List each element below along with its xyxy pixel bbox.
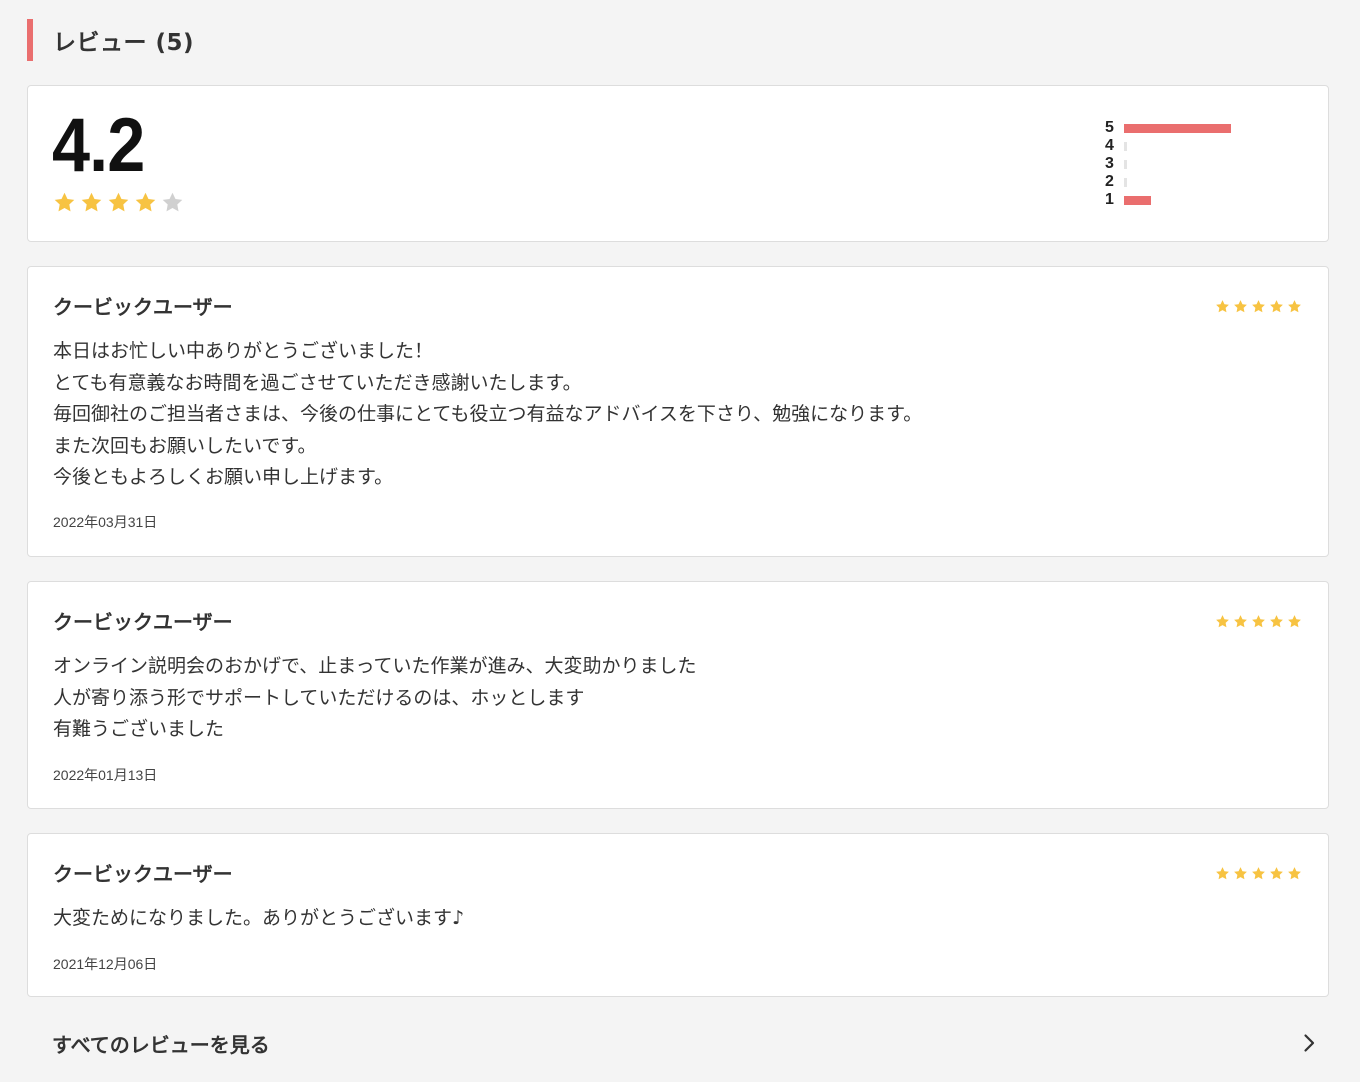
distribution-track bbox=[1124, 177, 1258, 187]
rating-distribution: 5 4 3 2 1 bbox=[1105, 119, 1285, 209]
section-title: レビュー (5) bbox=[53, 30, 195, 56]
distribution-row-1: 1 bbox=[1105, 191, 1285, 209]
star-icon bbox=[1252, 615, 1265, 628]
section-header: レビュー (5) bbox=[27, 19, 194, 61]
reviewer-name: クービックユーザー bbox=[53, 295, 233, 319]
distribution-row-4: 4 bbox=[1105, 137, 1285, 155]
distribution-bar bbox=[1124, 123, 1231, 133]
review-text: 本日はお忙しい中ありがとうございました！ とても有意義なお時間を過ごさせていただ… bbox=[53, 340, 923, 489]
distribution-row-2: 2 bbox=[1105, 173, 1285, 191]
star-icon bbox=[135, 192, 156, 212]
distribution-bar bbox=[1124, 177, 1127, 187]
rating-summary-card: 4.2 5 4 3 2 1 bbox=[27, 85, 1329, 242]
distribution-label: 2 bbox=[1105, 173, 1114, 190]
review-text: オンライン説明会のおかげで、止まっていた作業が進み、大変助かりました 人が寄り添… bbox=[53, 655, 697, 741]
star-icon bbox=[1234, 300, 1247, 313]
reviewer-name: クービックユーザー bbox=[53, 862, 233, 886]
star-icon bbox=[54, 192, 75, 212]
distribution-bar bbox=[1124, 159, 1127, 169]
review-stars bbox=[1215, 299, 1302, 314]
star-icon bbox=[1252, 300, 1265, 313]
distribution-track bbox=[1124, 123, 1258, 133]
reviews-section: レビュー (5) 4.2 5 4 3 2 1 クービックユーザー 本日はお忙しい… bbox=[0, 0, 1360, 1082]
distribution-label: 3 bbox=[1105, 155, 1114, 172]
star-icon bbox=[1252, 867, 1265, 880]
star-icon bbox=[1270, 615, 1283, 628]
distribution-label: 5 bbox=[1105, 119, 1114, 136]
star-icon bbox=[1216, 300, 1229, 313]
review-date: 2022年03月31日 bbox=[53, 514, 158, 530]
review-date: 2021年12月06日 bbox=[53, 956, 158, 972]
star-icon bbox=[162, 192, 183, 212]
star-icon bbox=[108, 192, 129, 212]
distribution-label: 1 bbox=[1105, 191, 1114, 208]
see-all-reviews-label: すべてのレビューを見る bbox=[52, 1032, 270, 1057]
star-icon bbox=[1216, 615, 1229, 628]
distribution-track bbox=[1124, 141, 1258, 151]
distribution-track bbox=[1124, 159, 1258, 169]
star-icon bbox=[1234, 867, 1247, 880]
star-icon bbox=[81, 192, 102, 212]
star-icon bbox=[1288, 867, 1301, 880]
distribution-label: 4 bbox=[1105, 137, 1114, 154]
star-icon bbox=[1270, 867, 1283, 880]
review-card: クービックユーザー オンライン説明会のおかげで、止まっていた作業が進み、大変助か… bbox=[27, 581, 1329, 809]
distribution-bar bbox=[1124, 195, 1151, 205]
review-card: クービックユーザー 本日はお忙しい中ありがとうございました！ とても有意義なお時… bbox=[27, 266, 1329, 557]
review-text: 大変ためになりました。ありがとうございます♪ bbox=[53, 907, 465, 929]
see-all-reviews-link[interactable]: すべてのレビューを見る bbox=[27, 1011, 1329, 1075]
chevron-right-icon bbox=[1304, 1034, 1315, 1052]
star-icon bbox=[1234, 615, 1247, 628]
review-stars bbox=[1215, 866, 1302, 881]
review-date: 2022年01月13日 bbox=[53, 767, 158, 783]
distribution-row-5: 5 bbox=[1105, 119, 1285, 137]
average-rating: 4.2 bbox=[52, 103, 145, 188]
review-card: クービックユーザー 大変ためになりました。ありがとうございます♪ 2021年12… bbox=[27, 833, 1329, 997]
reviewer-name: クービックユーザー bbox=[53, 610, 233, 634]
star-icon bbox=[1288, 615, 1301, 628]
distribution-track bbox=[1124, 195, 1258, 205]
star-icon bbox=[1288, 300, 1301, 313]
review-stars bbox=[1215, 614, 1302, 629]
distribution-bar bbox=[1124, 141, 1127, 151]
average-stars bbox=[53, 191, 184, 214]
distribution-row-3: 3 bbox=[1105, 155, 1285, 173]
star-icon bbox=[1216, 867, 1229, 880]
star-icon bbox=[1270, 300, 1283, 313]
